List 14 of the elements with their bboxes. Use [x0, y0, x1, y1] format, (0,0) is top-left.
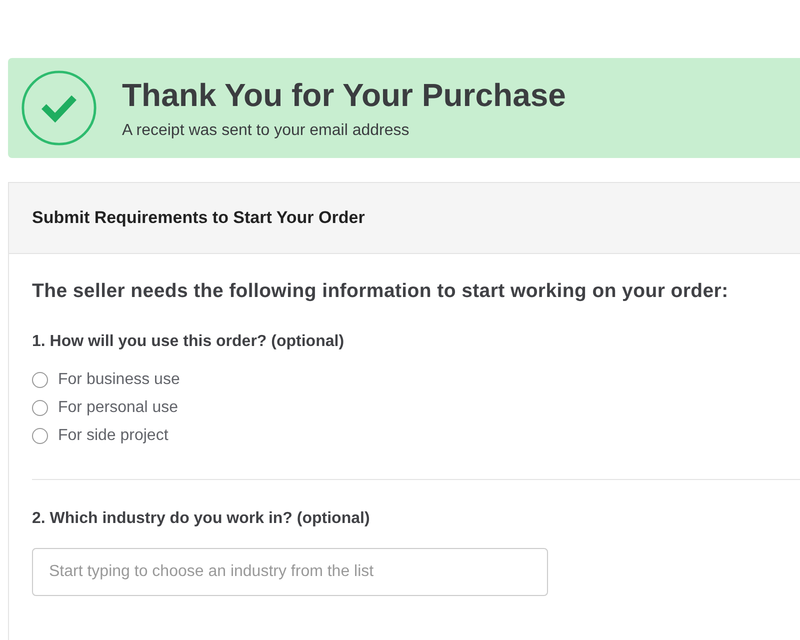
intro-heading: The seller needs the following information to start working on your order:: [32, 280, 730, 303]
card-title: Submit Requirements to Start Your Order: [32, 208, 365, 228]
question-label: 1. How will you use this order? (optional): [32, 333, 346, 351]
checkmark-circle-icon: [20, 69, 98, 147]
banner-title: Thank You for Your Purchase: [122, 76, 566, 114]
banner-subtitle: A receipt was sent to your email address: [122, 122, 410, 140]
radio-button[interactable]: [32, 400, 48, 416]
industry-input-field[interactable]: Start typing to choose an industry from the list: [32, 548, 548, 596]
radio-button[interactable]: [32, 372, 48, 388]
question-label: 2. Which industry do you work in? (optional): [32, 510, 371, 528]
radio-button[interactable]: [32, 428, 48, 444]
radio-option[interactable]: For business use: [32, 371, 180, 389]
radio-option[interactable]: For personal use: [32, 399, 178, 417]
radio-option[interactable]: For side project: [32, 427, 168, 445]
